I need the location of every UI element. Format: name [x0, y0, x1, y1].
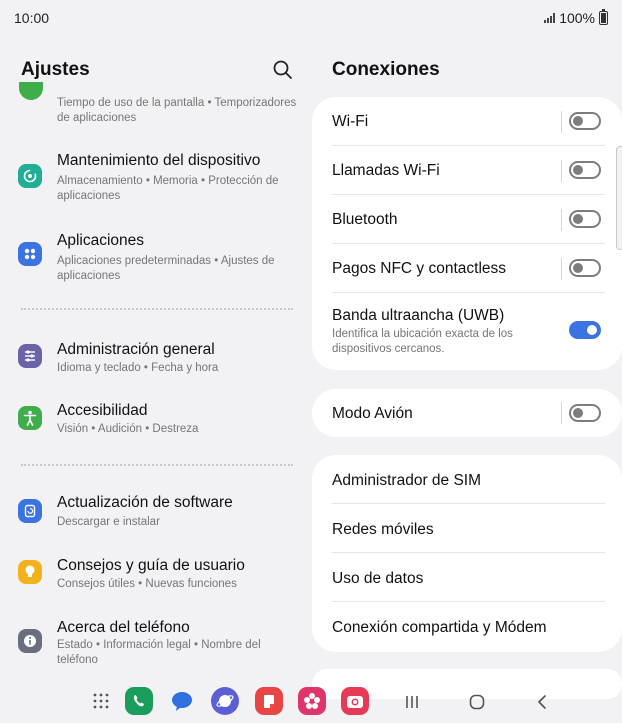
row-divider — [561, 111, 562, 133]
search-icon[interactable] — [272, 59, 294, 81]
software-update-icon — [18, 499, 42, 523]
uwb-toggle[interactable] — [569, 321, 601, 339]
settings-item-about-phone[interactable]: Acerca del teléfono Estado • Información… — [0, 617, 311, 677]
row-label: Bluetooth — [332, 211, 398, 228]
uwb-row[interactable]: Banda ultraancha (UWB) Identifica la ubi… — [312, 293, 622, 370]
tethering-row[interactable]: Conexión compartida y Módem — [312, 602, 622, 651]
connections-card-airplane: Modo Avión — [312, 389, 622, 437]
row-divider — [561, 209, 562, 231]
status-time: 10:00 — [14, 10, 50, 26]
notes-app-icon[interactable] — [255, 687, 283, 715]
row-label: Conexión compartida y Módem — [332, 619, 547, 636]
connections-card-sim: Administrador de SIM Redes móviles Uso d… — [312, 455, 622, 652]
row-label: Modo Avión — [332, 405, 413, 422]
settings-item-digital-wellbeing[interactable]: Tiempo de uso de la pantalla • Temporiza… — [0, 82, 311, 132]
settings-item-subtitle: Estado • Información legal • Nombre del … — [57, 639, 261, 666]
row-divider — [561, 402, 562, 424]
row-label: Llamadas Wi-Fi — [332, 162, 440, 179]
settings-item-subtitle: Almacenamiento • Memoria • Protección de… — [57, 175, 279, 202]
wifi-calling-row[interactable]: Llamadas Wi-Fi — [312, 146, 622, 195]
connections-title: Conexiones — [332, 59, 440, 80]
settings-item-subtitle: Consejos útiles • Nuevas funciones — [57, 578, 237, 590]
row-label: Wi-Fi — [332, 113, 369, 130]
gallery-app-icon[interactable] — [298, 687, 326, 715]
signal-icon — [544, 13, 556, 23]
nfc-row[interactable]: Pagos NFC y contactless — [312, 244, 622, 293]
data-usage-row[interactable]: Uso de datos — [312, 553, 622, 602]
airplane-mode-toggle[interactable] — [569, 404, 601, 422]
status-bar: 10:00 100% — [0, 0, 622, 36]
settings-item-tips[interactable]: Consejos y guía de usuario Consejos útil… — [0, 554, 311, 599]
battery-icon — [599, 9, 608, 25]
info-icon — [18, 629, 42, 653]
home-button[interactable] — [466, 691, 488, 713]
camera-app-icon[interactable] — [341, 687, 369, 715]
wifi-calling-toggle[interactable] — [569, 161, 601, 179]
settings-title: Ajustes — [21, 59, 90, 80]
nfc-toggle[interactable] — [569, 259, 601, 277]
sim-manager-row[interactable]: Administrador de SIM — [312, 455, 622, 504]
settings-item-subtitle: Tiempo de uso de la pantalla • Temporiza… — [57, 97, 297, 124]
device-care-icon — [18, 164, 42, 188]
pane-resize-handle[interactable] — [616, 146, 622, 250]
row-label: Administrador de SIM — [332, 472, 482, 489]
messages-app-icon[interactable] — [168, 687, 196, 715]
row-divider — [561, 258, 562, 280]
settings-item-subtitle: Idioma y teclado • Fecha y hora — [57, 362, 219, 374]
settings-item-title: Actualización de software — [57, 494, 233, 511]
mobile-networks-row[interactable]: Redes móviles — [312, 504, 622, 553]
settings-item-accessibility[interactable]: Accesibilidad Visión • Audición • Destre… — [0, 400, 311, 445]
lightbulb-icon — [18, 560, 42, 584]
settings-item-title: Acerca del teléfono — [57, 619, 190, 636]
settings-item-title: Mantenimiento del dispositivo — [57, 152, 261, 169]
settings-list: Tiempo de uso de la pantalla • Temporiza… — [0, 82, 311, 682]
wifi-row[interactable]: Wi-Fi — [312, 97, 622, 146]
row-label: Uso de datos — [332, 570, 424, 587]
bluetooth-row[interactable]: Bluetooth — [312, 195, 622, 244]
row-label: Redes móviles — [332, 521, 434, 538]
digital-wellbeing-icon — [19, 82, 43, 100]
row-subtitle: Identifica la ubicación exacta de los di… — [332, 328, 513, 355]
recent-apps-button[interactable] — [401, 691, 423, 713]
row-label: Pagos NFC y contactless — [332, 260, 507, 277]
settings-item-software-update[interactable]: Actualización de software Descargar e in… — [0, 492, 311, 537]
settings-item-subtitle: Visión • Audición • Destreza — [57, 423, 199, 435]
connections-card-main: Wi-Fi Llamadas Wi-Fi Bluetooth Pagos NFC… — [312, 97, 622, 370]
airplane-mode-row[interactable]: Modo Avión — [312, 389, 622, 437]
settings-item-apps[interactable]: Aplicaciones Aplicaciones predeterminada… — [0, 227, 311, 287]
settings-item-title: Accesibilidad — [57, 402, 148, 419]
settings-item-title: Aplicaciones — [57, 232, 145, 249]
internet-app-icon[interactable] — [211, 687, 239, 715]
settings-item-device-care[interactable]: Mantenimiento del dispositivo Almacenami… — [0, 150, 311, 210]
row-label: Banda ultraancha (UWB) — [332, 307, 505, 324]
settings-item-title: Administración general — [57, 341, 215, 358]
settings-item-title: Consejos y guía de usuario — [57, 557, 245, 574]
status-right: 100% — [544, 9, 608, 26]
apps-icon — [18, 242, 42, 266]
back-button[interactable] — [531, 691, 553, 713]
bluetooth-toggle[interactable] — [569, 210, 601, 228]
section-divider — [21, 464, 293, 466]
navigation-bar — [0, 682, 622, 723]
phone-app-icon[interactable] — [125, 687, 153, 715]
wifi-toggle[interactable] — [569, 112, 601, 130]
accessibility-icon — [18, 406, 42, 430]
settings-item-subtitle: Descargar e instalar — [57, 516, 160, 528]
row-divider — [561, 160, 562, 182]
settings-item-general-management[interactable]: Administración general Idioma y teclado … — [0, 337, 311, 382]
section-divider — [21, 308, 293, 310]
sliders-icon — [18, 344, 42, 368]
settings-item-subtitle: Aplicaciones predeterminadas • Ajustes d… — [57, 255, 275, 282]
battery-percent: 100% — [559, 10, 595, 26]
app-drawer-icon[interactable] — [87, 687, 115, 715]
